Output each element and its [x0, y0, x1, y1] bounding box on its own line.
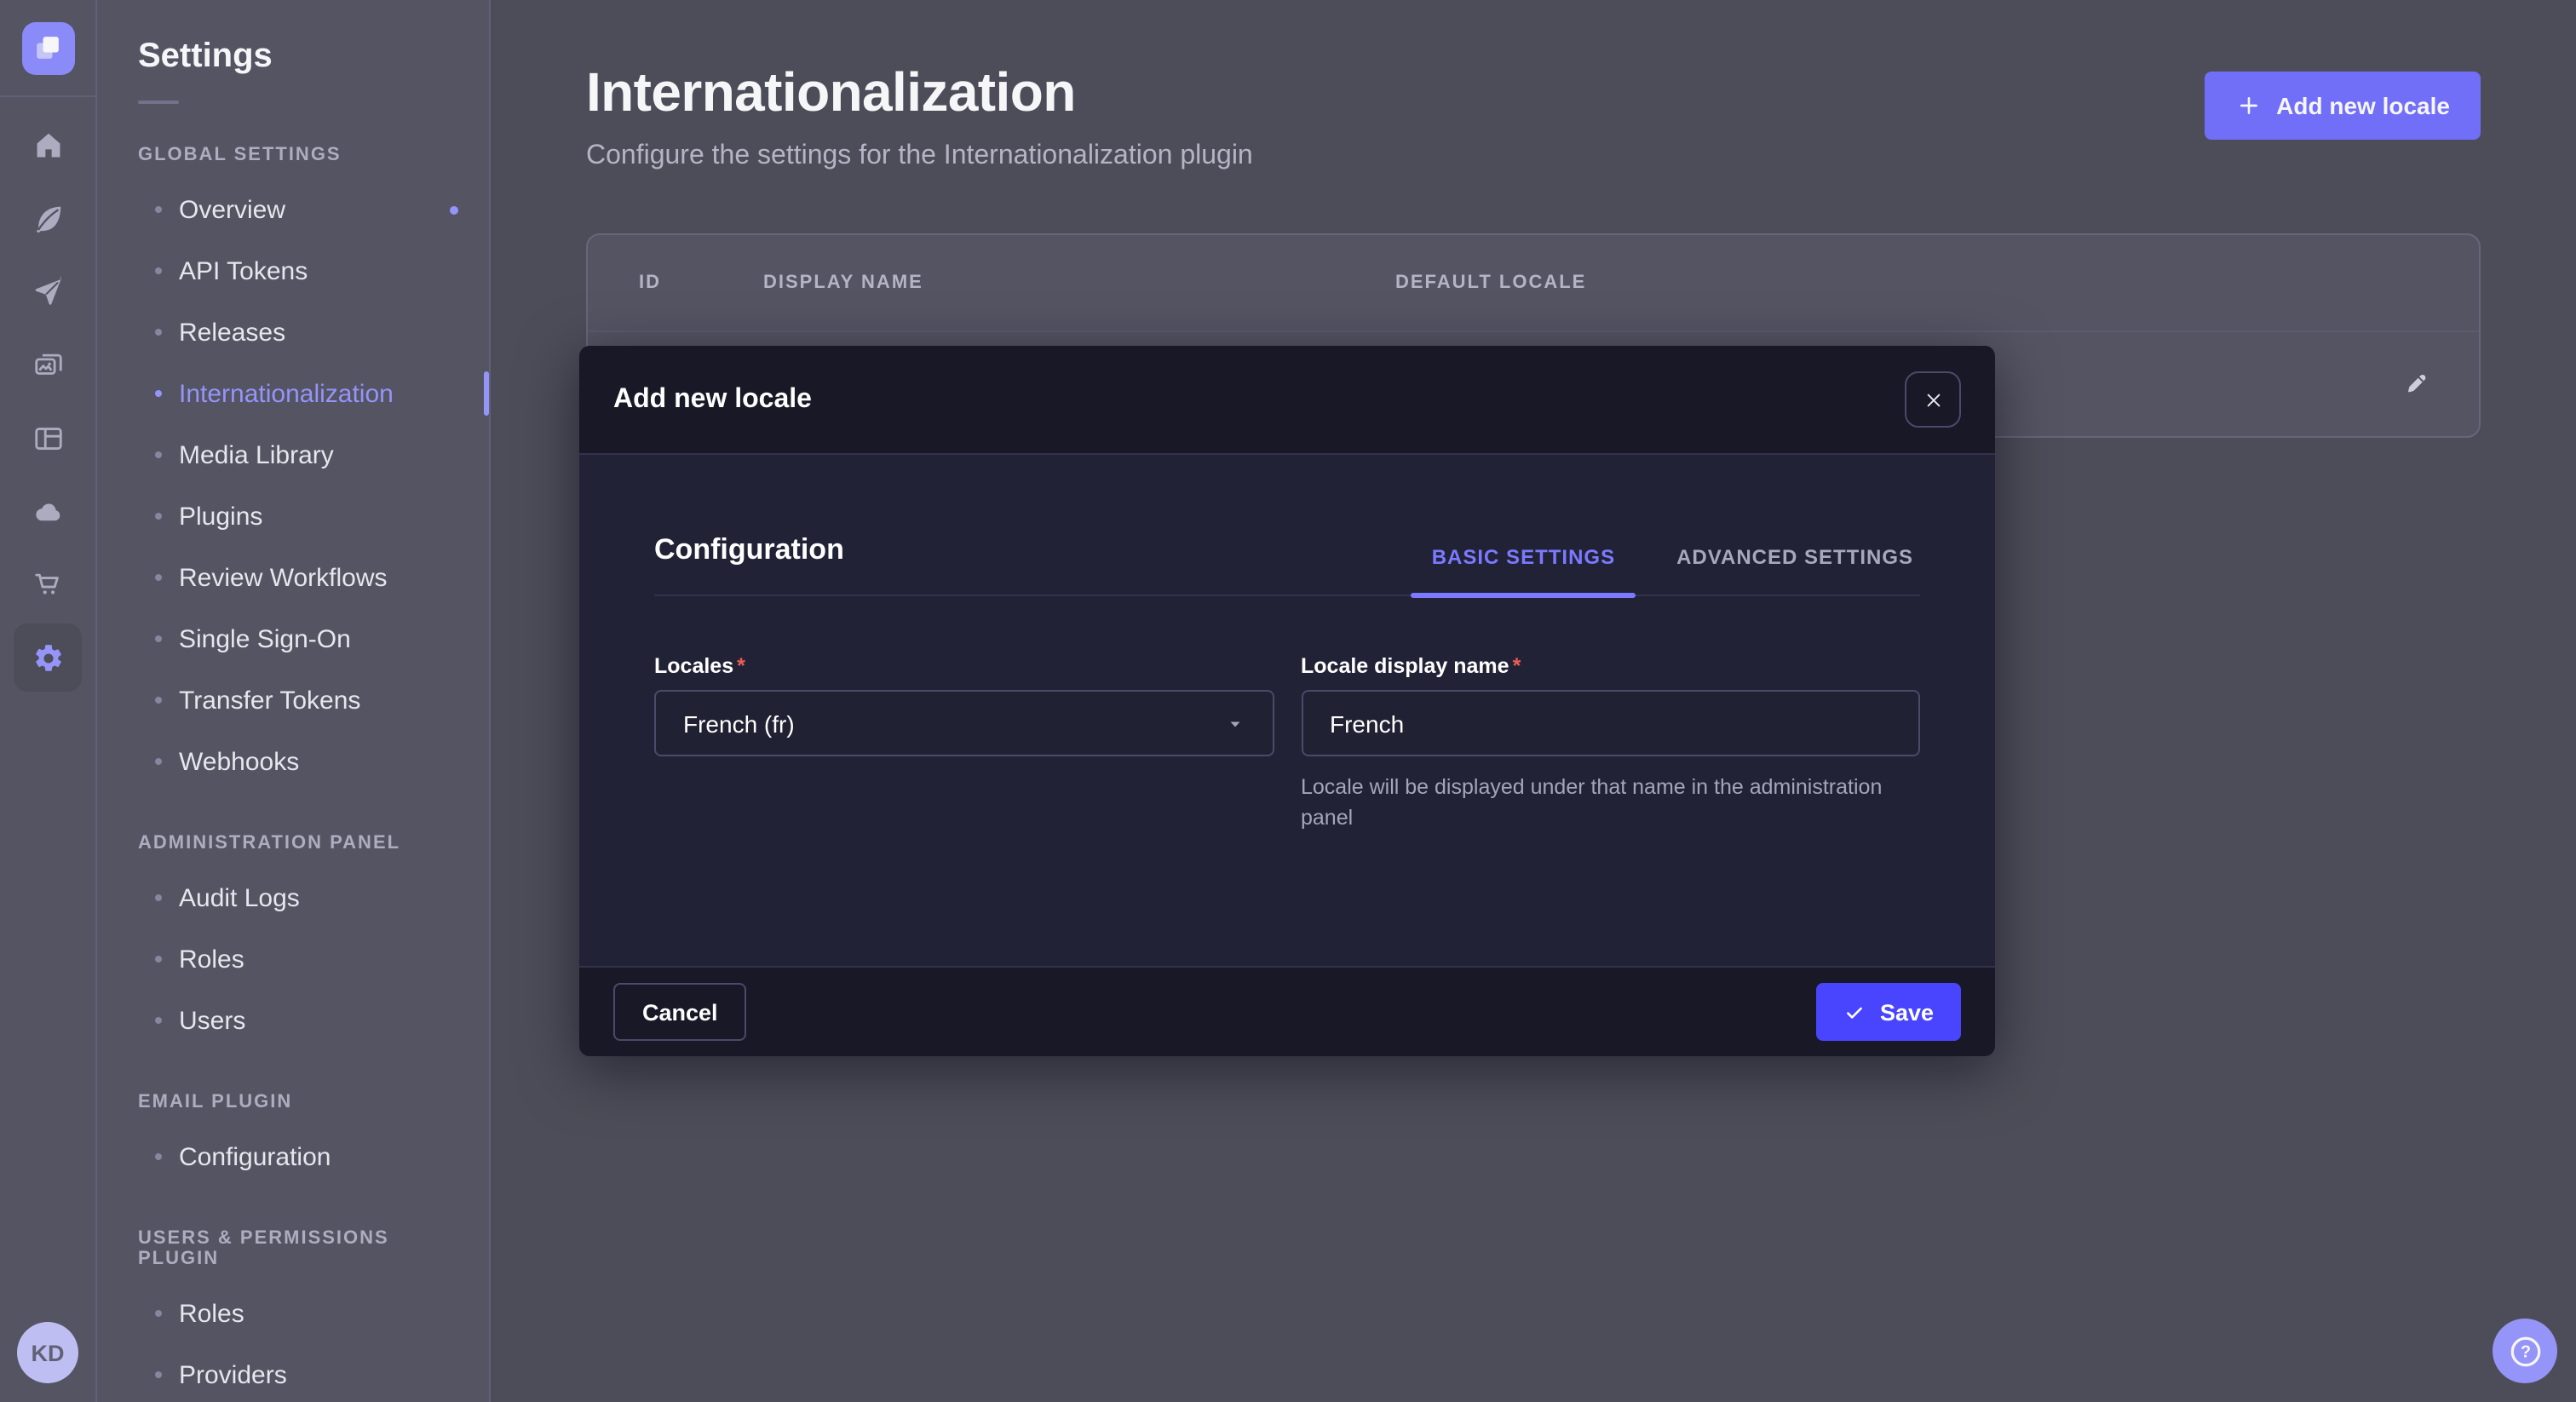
- locales-select-value: French (fr): [683, 710, 795, 737]
- modal-header: Add new locale: [579, 346, 1995, 455]
- locales-label: Locales*: [654, 654, 1274, 678]
- required-asterisk: *: [1513, 654, 1521, 678]
- locales-select[interactable]: French (fr): [654, 690, 1274, 756]
- display-name-label: Locale display name*: [1301, 654, 1920, 678]
- configuration-heading: Configuration: [654, 533, 844, 595]
- modal-body: Configuration BASIC SETTINGS ADVANCED SET…: [579, 455, 1995, 966]
- settings-tabs: BASIC SETTINGS ADVANCED SETTINGS: [1425, 545, 1920, 595]
- modal-footer: Cancel Save: [579, 966, 1995, 1056]
- save-button[interactable]: Save: [1817, 983, 1961, 1041]
- locale-display-name-input[interactable]: [1301, 690, 1920, 756]
- tab-basic-settings[interactable]: BASIC SETTINGS: [1425, 545, 1622, 595]
- required-asterisk: *: [737, 654, 745, 678]
- display-name-field: Locale display name* Locale will be disp…: [1301, 654, 1920, 833]
- close-x-icon: [1921, 388, 1945, 411]
- modal-title: Add new locale: [613, 384, 812, 415]
- tab-advanced-settings[interactable]: ADVANCED SETTINGS: [1670, 545, 1920, 595]
- add-locale-modal: Add new locale Configuration BASIC SETTI…: [579, 346, 1995, 1056]
- check-icon: [1844, 1001, 1866, 1023]
- display-name-hint: Locale will be displayed under that name…: [1301, 773, 1920, 833]
- form-fields: Locales* French (fr) Locale display name…: [654, 654, 1920, 833]
- strapi-admin-app: KD Settings GLOBAL SETTINGSOverviewAPI T…: [0, 0, 2576, 1402]
- cancel-button[interactable]: Cancel: [613, 983, 747, 1041]
- configuration-header-row: Configuration BASIC SETTINGS ADVANCED SET…: [654, 455, 1920, 596]
- save-label: Save: [1880, 999, 1934, 1025]
- modal-close-button[interactable]: [1905, 371, 1961, 428]
- locales-field: Locales* French (fr): [654, 654, 1274, 833]
- chevron-down-icon: [1224, 713, 1245, 733]
